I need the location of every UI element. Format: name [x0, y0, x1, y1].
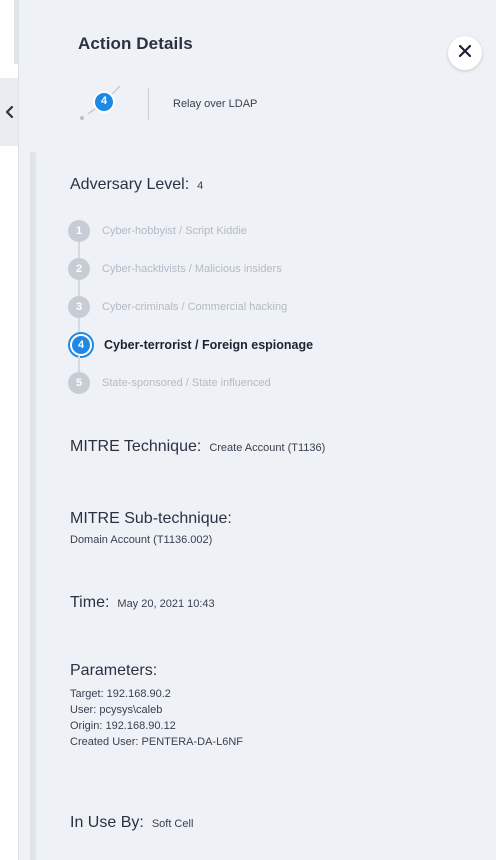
close-button[interactable]	[448, 36, 482, 70]
mitre-subtechnique-label: MITRE Sub-technique:	[70, 510, 232, 527]
chevron-left-icon	[4, 105, 16, 119]
level-label: State-sponsored / State influenced	[102, 377, 271, 389]
level-number-badge: 4	[70, 334, 92, 356]
parameters-list: Target: 192.168.90.2 User: pcysys\caleb …	[70, 686, 243, 750]
level-number-badge: 3	[68, 296, 90, 318]
parameter-user: User: pcysys\caleb	[70, 704, 163, 716]
action-name: Relay over LDAP	[173, 98, 258, 110]
mitre-technique-heading: MITRE Technique: Create Account (T1136)	[70, 438, 325, 456]
action-step-icon: 4	[78, 84, 128, 124]
parameter-origin: Origin: 192.168.90.12	[70, 720, 176, 732]
mitre-subtechnique-value: Domain Account (T1136.002)	[70, 534, 213, 546]
mitre-technique-label: MITRE Technique:	[70, 438, 202, 455]
in-use-by-label: In Use By:	[70, 814, 144, 831]
parameter-created-user: Created User: PENTERA-DA-L6NF	[70, 736, 243, 748]
level-label: Cyber-hobbyist / Script Kiddie	[102, 225, 247, 237]
adversary-levels-list: 1 Cyber-hobbyist / Script Kiddie 2 Cyber…	[68, 212, 448, 402]
in-use-by-value: Soft Cell	[151, 818, 194, 830]
time-heading: Time: May 20, 2021 10:43	[70, 594, 215, 612]
adversary-level-5: 5 State-sponsored / State influenced	[68, 364, 448, 402]
level-label: Cyber-hacktivists / Malicious insiders	[102, 263, 282, 275]
level-number-badge: 5	[68, 372, 90, 394]
level-number-badge: 2	[68, 258, 90, 280]
parameters-label: Parameters:	[70, 662, 158, 679]
adversary-level-3: 3 Cyber-criminals / Commercial hacking	[68, 288, 448, 334]
parameter-target: Target: 192.168.90.2	[70, 688, 171, 700]
level-number-badge: 1	[68, 220, 90, 242]
panel-edge	[30, 152, 36, 860]
adversary-level-label: Adversary Level:	[70, 176, 190, 193]
action-details-screen: Action Details 4 Relay over LDAP Adversa…	[0, 0, 496, 860]
time-label: Time:	[70, 594, 110, 611]
action-summary: 4 Relay over LDAP	[78, 84, 257, 124]
level-label: Cyber-terrorist / Foreign espionage	[104, 338, 314, 352]
panel-title: Action Details	[78, 34, 193, 53]
mitre-technique-value: Create Account (T1136)	[209, 442, 326, 454]
level-label: Cyber-criminals / Commercial hacking	[102, 301, 288, 313]
close-icon	[458, 44, 472, 63]
action-divider	[148, 88, 149, 120]
adversary-level-2: 2 Cyber-hacktivists / Malicious insiders	[68, 250, 448, 296]
adversary-level-4: 4 Cyber-terrorist / Foreign espionage	[68, 326, 448, 372]
in-use-by-heading: In Use By: Soft Cell	[70, 814, 193, 832]
adversary-level-value: 4	[197, 180, 204, 192]
time-value: May 20, 2021 10:43	[117, 598, 215, 610]
adversary-level-heading: Adversary Level: 4	[70, 176, 203, 194]
adversary-level-1: 1 Cyber-hobbyist / Script Kiddie	[68, 212, 448, 258]
action-step-number: 4	[100, 95, 108, 107]
